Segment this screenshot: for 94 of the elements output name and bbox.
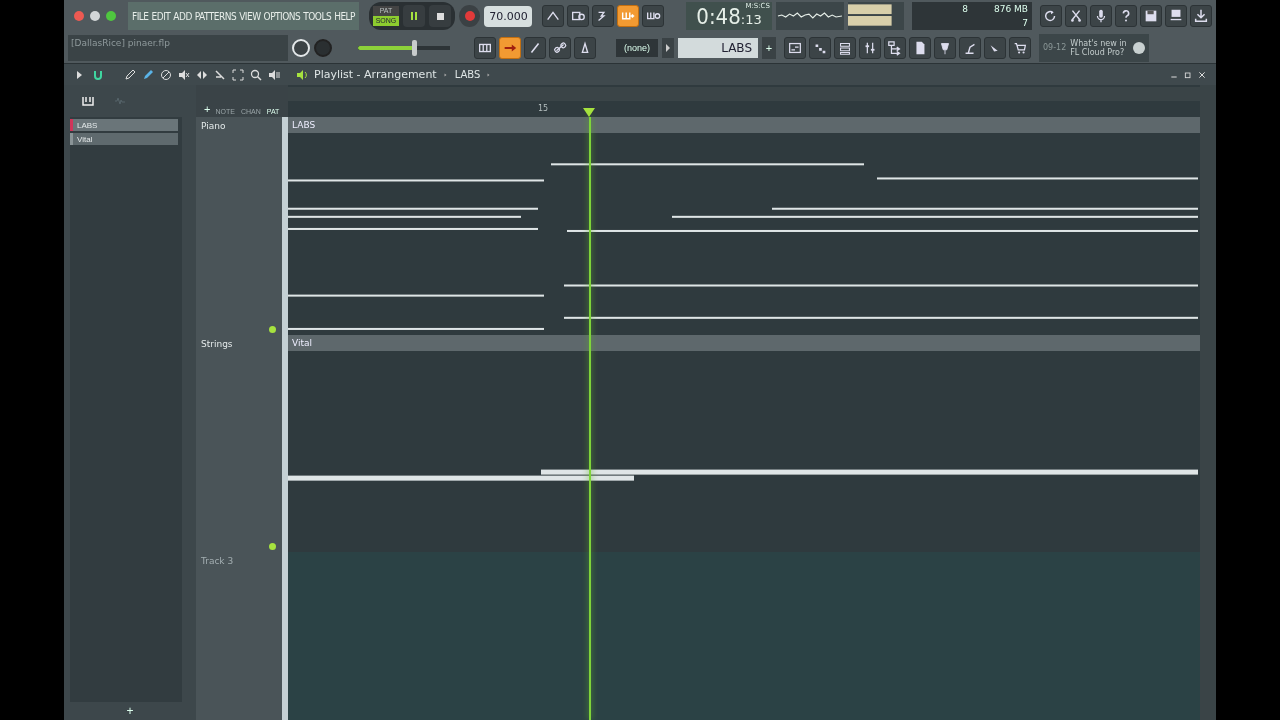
menu-item[interactable]: ADD bbox=[173, 10, 192, 22]
brush-button[interactable] bbox=[524, 36, 546, 59]
track-name: Track 3 bbox=[201, 556, 234, 566]
pattern-selector[interactable]: LABS bbox=[678, 37, 758, 58]
add-button[interactable]: + bbox=[64, 702, 196, 720]
menu-item[interactable]: PATTERNS bbox=[194, 10, 237, 22]
add-pattern-button[interactable]: + bbox=[762, 36, 776, 59]
metronome-button[interactable] bbox=[574, 36, 596, 59]
track-dot[interactable] bbox=[269, 326, 276, 333]
undo-button[interactable] bbox=[1040, 5, 1062, 27]
pause-icon bbox=[409, 11, 419, 21]
speaker-icon[interactable] bbox=[296, 68, 308, 81]
stop-button[interactable] bbox=[429, 5, 451, 27]
link-button[interactable] bbox=[549, 36, 571, 59]
browser-button[interactable] bbox=[884, 36, 906, 59]
slip-icon[interactable] bbox=[196, 68, 208, 81]
browser-icon bbox=[887, 39, 903, 56]
project-field[interactable]: [DallasRice] pinaer.flp bbox=[68, 34, 288, 61]
track-name: Strings bbox=[201, 339, 233, 349]
select-icon[interactable] bbox=[232, 68, 244, 81]
volume-knob[interactable] bbox=[292, 38, 310, 57]
record-icon bbox=[463, 10, 476, 22]
lamp-button[interactable] bbox=[959, 36, 981, 59]
track-dot[interactable] bbox=[269, 543, 276, 550]
pattern-arrow-button[interactable] bbox=[662, 37, 674, 58]
pencil-icon[interactable] bbox=[124, 68, 136, 81]
picker-item[interactable]: Vital bbox=[70, 133, 178, 145]
paint-icon[interactable] bbox=[142, 68, 154, 81]
link-icon bbox=[552, 39, 568, 56]
help-button[interactable] bbox=[1115, 5, 1137, 27]
loop-keys-button[interactable] bbox=[642, 5, 665, 27]
mixer-button[interactable] bbox=[859, 36, 881, 59]
playback-icon[interactable] bbox=[268, 68, 280, 81]
save-button[interactable] bbox=[1140, 5, 1162, 27]
scissors-button[interactable] bbox=[1065, 5, 1087, 27]
delete-icon[interactable] bbox=[160, 68, 172, 81]
arc-button[interactable] bbox=[542, 5, 565, 27]
mute-icon[interactable] bbox=[178, 68, 190, 81]
channel-rack-button[interactable] bbox=[834, 36, 856, 59]
zoom-icon[interactable] bbox=[250, 68, 262, 81]
menu-item[interactable]: VIEW bbox=[239, 10, 261, 22]
file-button[interactable] bbox=[909, 36, 931, 59]
track-header[interactable]: Piano bbox=[196, 117, 282, 335]
menu-item[interactable]: TOOLS bbox=[303, 10, 332, 22]
keys-plus-button[interactable] bbox=[617, 5, 640, 27]
piano-roll-button[interactable] bbox=[809, 36, 831, 59]
clock-keys-button[interactable] bbox=[567, 5, 590, 27]
resource-monitor: 8 876 MB 7 bbox=[912, 2, 1032, 30]
news-date: 09-12 bbox=[1043, 43, 1067, 52]
minimize-icon[interactable] bbox=[90, 11, 100, 21]
magnet-icon[interactable] bbox=[92, 68, 104, 81]
breadcrumb[interactable]: LABS bbox=[454, 69, 481, 80]
timeline-ruler[interactable]: 15 bbox=[288, 85, 1200, 117]
stop-icon bbox=[435, 11, 445, 21]
menu-item[interactable]: OPTIONS bbox=[263, 10, 301, 22]
playlist-button[interactable] bbox=[784, 36, 806, 59]
clip[interactable]: Vital bbox=[288, 335, 1200, 552]
track-header[interactable]: Track 3 bbox=[196, 552, 282, 720]
waveform-monitor bbox=[775, 2, 844, 30]
zoom-icon[interactable] bbox=[106, 11, 116, 21]
add-track-button[interactable]: + bbox=[204, 103, 211, 115]
clip[interactable]: LABS bbox=[288, 117, 1200, 335]
menu-item[interactable]: HELP bbox=[334, 10, 355, 22]
keyboard-button[interactable] bbox=[474, 36, 496, 59]
clip-title: LABS bbox=[288, 117, 1200, 133]
clip-title: Vital bbox=[288, 335, 1200, 351]
download-button[interactable] bbox=[1190, 5, 1212, 27]
picker-item[interactable]: LABS bbox=[70, 119, 178, 131]
window-title: Playlist - Arrangement bbox=[314, 68, 437, 81]
caret-icon bbox=[665, 44, 671, 52]
scissors-icon bbox=[1068, 8, 1084, 24]
piano-icon[interactable] bbox=[82, 96, 94, 106]
globe-icon[interactable] bbox=[1133, 41, 1145, 54]
track-name: Piano bbox=[201, 121, 226, 131]
menu-item[interactable]: EDIT bbox=[151, 10, 171, 22]
slider-thumb[interactable] bbox=[412, 39, 418, 56]
export-button[interactable] bbox=[1165, 5, 1187, 27]
pause-button[interactable] bbox=[403, 5, 425, 27]
level-meter bbox=[847, 2, 904, 30]
menu-item[interactable]: FILE bbox=[132, 10, 149, 22]
news-text[interactable]: What's new in FL Cloud Pro? bbox=[1070, 38, 1129, 57]
download-icon bbox=[1193, 8, 1209, 24]
vertical-scrollbar[interactable] bbox=[1200, 85, 1216, 720]
plug-button[interactable] bbox=[934, 36, 956, 59]
step-button[interactable] bbox=[592, 5, 615, 27]
channel-selector[interactable]: (none) bbox=[616, 38, 658, 57]
arrow-button[interactable] bbox=[499, 36, 521, 59]
tempo-field[interactable]: 70.000 bbox=[484, 5, 533, 27]
cart-button[interactable] bbox=[1009, 36, 1031, 59]
save-icon bbox=[1143, 8, 1159, 24]
slice-icon[interactable] bbox=[214, 68, 226, 81]
pointer-button[interactable] bbox=[984, 36, 1006, 59]
track-header[interactable]: Strings bbox=[196, 335, 282, 552]
microphone-button[interactable] bbox=[1090, 5, 1112, 27]
